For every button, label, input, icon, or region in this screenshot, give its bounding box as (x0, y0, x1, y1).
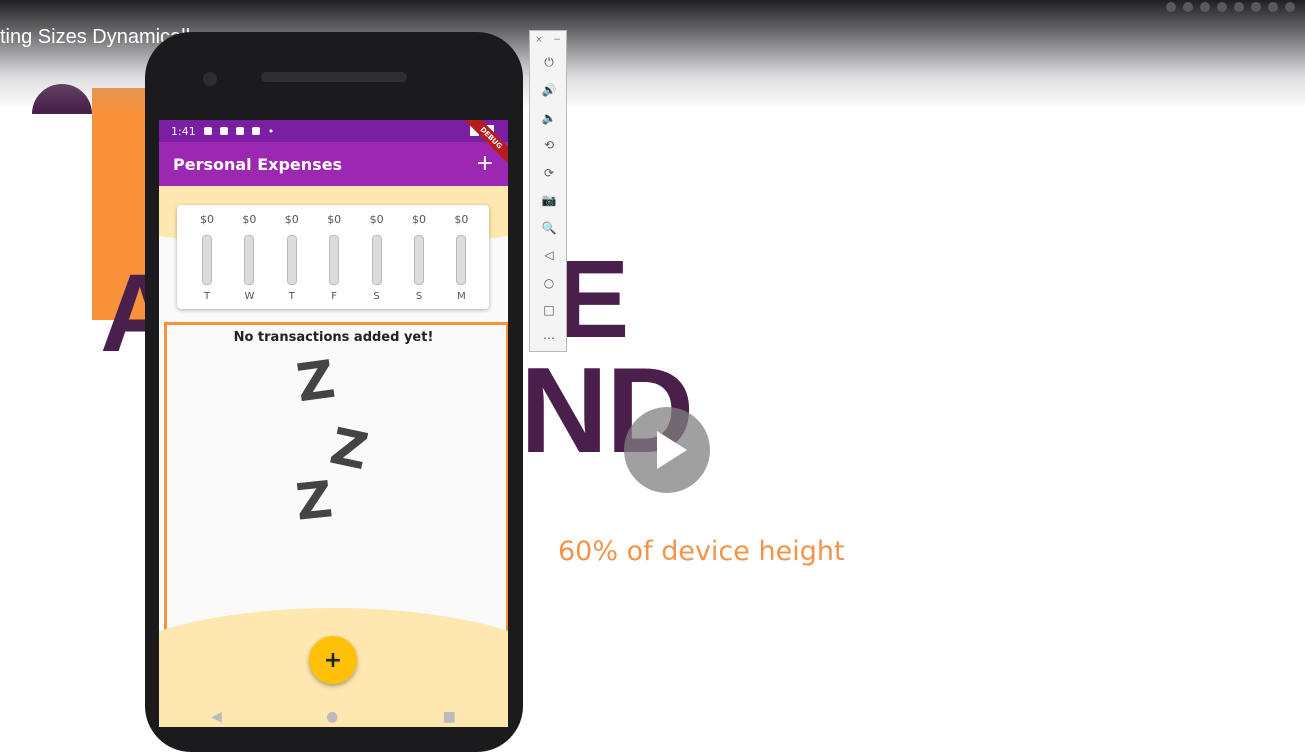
sd-card-icon (251, 127, 260, 135)
bar-track (371, 235, 382, 285)
chart-bar-column: $0 T (280, 213, 304, 305)
tray-icon (1251, 2, 1261, 12)
bar-track (329, 235, 340, 285)
tray-icon (1234, 2, 1244, 12)
back-icon[interactable]: ◁ (530, 242, 568, 270)
volume-up-icon[interactable]: 🔊 (530, 77, 568, 105)
bar-track (414, 235, 424, 285)
rotate-left-icon[interactable]: ⟲ (530, 132, 568, 160)
chart-bar-column: $0 M (449, 213, 473, 305)
nav-home-button[interactable]: ● (326, 709, 338, 725)
empty-state-message: No transactions added yet! (233, 330, 434, 345)
status-time: 1:41 (171, 124, 196, 138)
play-icon[interactable] (624, 407, 710, 493)
bar-amount-label: $0 (412, 213, 426, 226)
nav-back-button[interactable]: ◀ (211, 709, 222, 725)
bar-amount-label: $0 (369, 213, 384, 226)
chart-bar-column: $0 F (322, 213, 346, 305)
slide-caption: 60% of device height (558, 536, 845, 567)
toolbar-minimize-icon[interactable]: − (553, 35, 561, 45)
bar-day-label: F (331, 291, 338, 302)
tray-icon (1166, 2, 1176, 12)
chart-bar-column: $0 S (407, 213, 431, 305)
zoom-icon[interactable]: 🔍 (530, 214, 568, 242)
bar-track (456, 235, 467, 285)
overview-icon[interactable]: □ (530, 297, 568, 325)
bar-amount-label: $0 (200, 213, 214, 226)
bar-day-label: T (288, 291, 295, 302)
bar-amount-label: $0 (454, 213, 469, 226)
bar-amount-label: $0 (242, 213, 257, 226)
shield-icon (219, 127, 228, 135)
bar-amount-label: $0 (284, 213, 299, 226)
toolbar-header: × − (530, 31, 566, 49)
notification-icon (235, 127, 244, 135)
tray-icon (1217, 2, 1227, 12)
chart-bar-column: $0 T (195, 213, 219, 305)
bar-track (286, 235, 297, 285)
earpiece-speaker (261, 72, 407, 82)
add-fab-button[interactable]: + (309, 636, 357, 684)
camera-icon[interactable]: 📷 (530, 187, 568, 215)
toolbar-close-icon[interactable]: × (535, 35, 543, 45)
sleep-z-icon: Z (293, 349, 339, 415)
home-icon[interactable]: ○ (530, 269, 568, 297)
phone-screen: 1:41 • DEBUG Personal Expenses + $0 T $0 W $… (159, 120, 508, 727)
system-tray (1166, 1, 1295, 13)
tray-icon (1183, 2, 1193, 12)
bar-day-label: S (415, 291, 423, 302)
add-transaction-button[interactable]: + (476, 153, 494, 175)
tray-icon (1285, 2, 1295, 12)
weekly-chart-card: $0 T $0 W $0 T $0 F $0 S $0 S $0 M (177, 205, 489, 309)
bar-day-label: T (203, 291, 211, 302)
dot-icon: • (267, 124, 275, 138)
tray-icon (1200, 2, 1210, 12)
sleep-z-icon: Z (293, 470, 336, 532)
front-camera (203, 72, 217, 86)
phone-device: 1:41 • DEBUG Personal Expenses + $0 T $0 W $… (145, 32, 523, 752)
nav-recents-button[interactable]: ■ (443, 709, 456, 725)
bar-track (202, 235, 212, 285)
bar-day-label: S (373, 291, 380, 302)
chart-bar-column: $0 W (237, 213, 261, 305)
more-icon[interactable]: ⋯ (530, 324, 568, 352)
status-bar: 1:41 • (159, 120, 508, 142)
bar-day-label: W (244, 291, 255, 302)
chart-bar-column: $0 S (365, 213, 389, 305)
bar-amount-label: $0 (327, 213, 342, 226)
rotate-right-icon[interactable]: ⟳ (530, 159, 568, 187)
emulator-toolbar: × − ⏻ 🔊 🔈 ⟲ ⟳ 📷 🔍 ◁ ○ □ ⋯ (529, 30, 567, 352)
bar-day-label: M (457, 291, 466, 302)
app-bar: Personal Expenses + (159, 142, 508, 186)
tray-icon (1268, 2, 1278, 12)
power-icon[interactable]: ⏻ (530, 49, 568, 77)
volume-down-icon[interactable]: 🔈 (530, 104, 568, 132)
settings-icon (203, 127, 212, 135)
app-title: Personal Expenses (173, 154, 343, 174)
bar-track (244, 235, 255, 285)
